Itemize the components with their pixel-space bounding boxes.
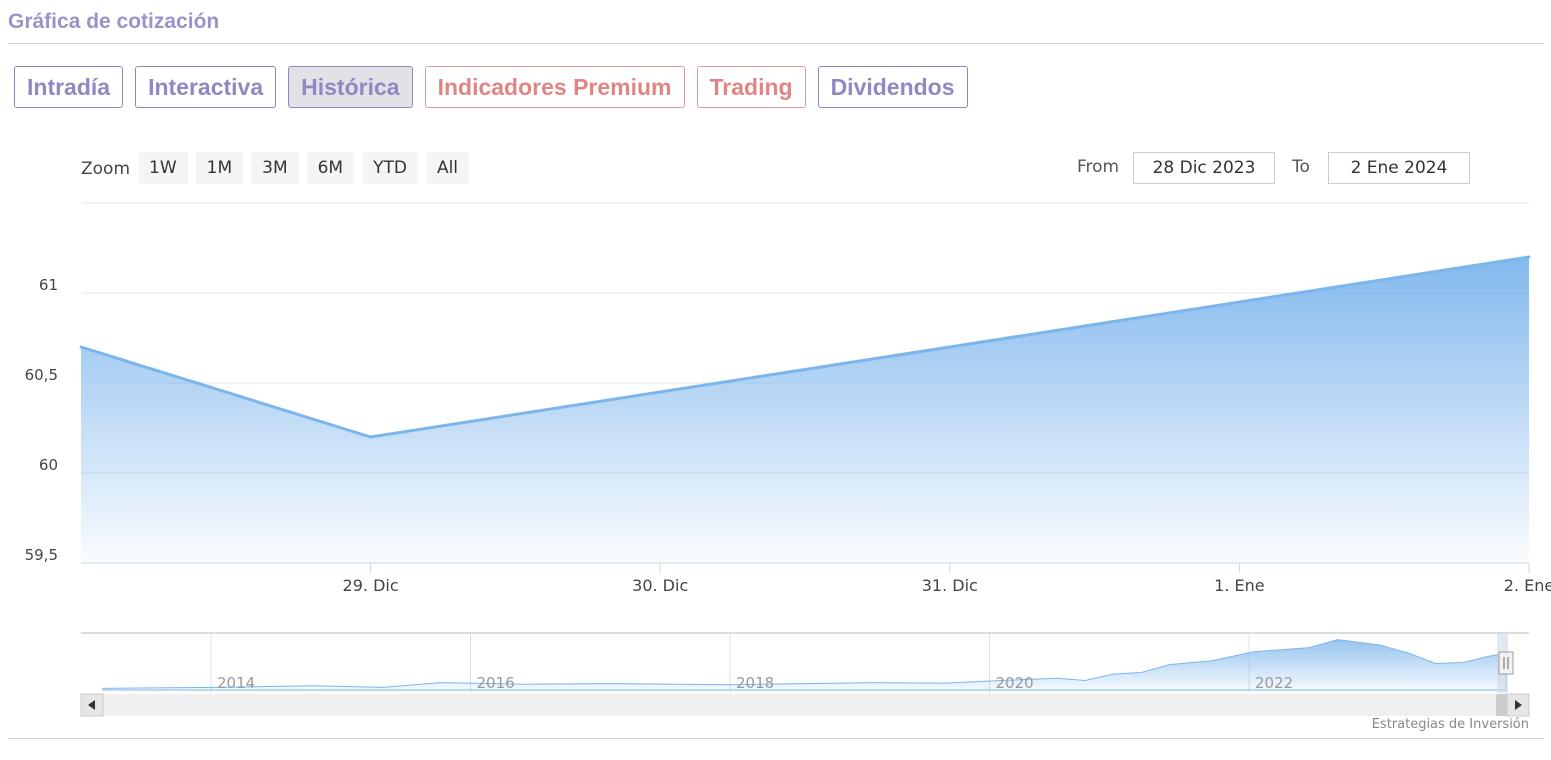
- series-area: [79, 255, 1531, 563]
- data-point: [1527, 255, 1531, 259]
- price-chart: 59,5 60 60,5 61 29. Dic 30. Dic 31. Dic 1. Ene…: [25, 202, 1551, 717]
- x-axis: 29. Dic 30. Dic 31. Dic 1. Ene 2. Ene: [343, 563, 1551, 595]
- x-tick-label: 30. Dic: [632, 576, 688, 595]
- y-axis: 59,5 60 60,5 61: [25, 276, 58, 564]
- x-tick-label: 31. Dic: [922, 576, 978, 595]
- x-tick-label: 29. Dic: [343, 576, 399, 595]
- navigator-series: [102, 639, 1507, 691]
- navigator-scrollbar[interactable]: [80, 693, 1530, 717]
- y-tick-label: 60: [39, 456, 58, 474]
- data-point: [79, 345, 83, 349]
- series-fill: [81, 257, 1529, 563]
- navigator-year-label: 2014: [217, 674, 255, 692]
- navigator-year-label: 2020: [996, 674, 1034, 692]
- navigator-year-label: 2022: [1255, 674, 1293, 692]
- y-tick-label: 59,5: [25, 546, 58, 564]
- scrollbar-thumb[interactable]: [1496, 694, 1507, 716]
- x-tick-label: 2. Ene: [1504, 576, 1551, 595]
- x-tick-label: 1. Ene: [1214, 576, 1264, 595]
- scrollbar-track[interactable]: [81, 694, 1529, 716]
- navigator-handle[interactable]: [1498, 651, 1514, 675]
- bottom-divider: [8, 738, 1544, 739]
- navigator-year-label: 2018: [736, 674, 774, 692]
- y-tick-label: 61: [39, 276, 58, 294]
- y-tick-label: 60,5: [25, 366, 58, 384]
- navigator-year-label: 2016: [477, 674, 515, 692]
- navigator: 2014 2016 2018 2020 2022: [81, 632, 1529, 693]
- chart-credit: Estrategias de Inversión: [1371, 717, 1529, 732]
- data-point: [369, 435, 373, 439]
